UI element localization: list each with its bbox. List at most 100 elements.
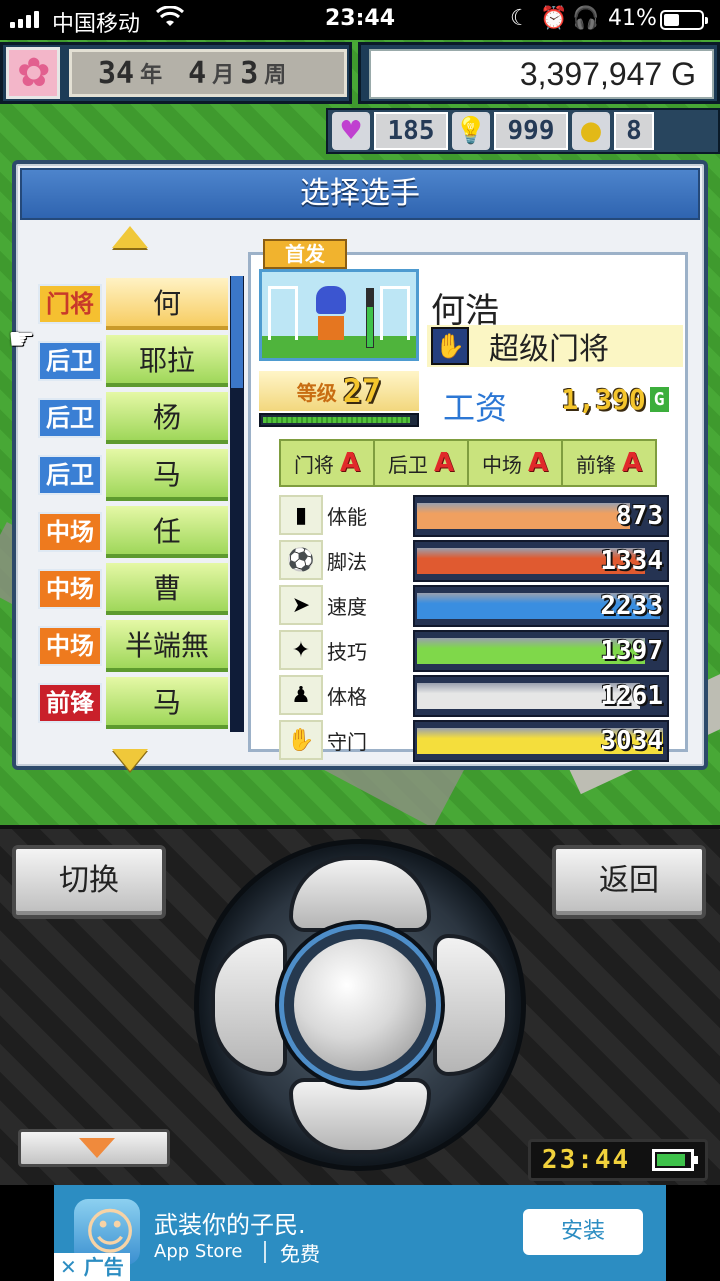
dpad-right-button[interactable] <box>433 934 509 1076</box>
stat-label: 技巧 <box>327 640 367 664</box>
player-row[interactable]: 后卫 耶拉 <box>38 333 248 390</box>
lightbulb-icon: 💡 <box>452 112 490 150</box>
menu-scroll-down-button[interactable] <box>18 1129 170 1167</box>
player-row[interactable]: 中场曹 <box>38 561 248 618</box>
player-name-button[interactable]: 杨 <box>106 392 228 444</box>
player-row[interactable]: 前锋马 <box>38 675 248 732</box>
back-button[interactable]: 返回 <box>552 845 706 919</box>
year-number: 34 <box>98 55 135 91</box>
aptitude-grade: A <box>621 448 643 478</box>
battery-percent: 41% <box>608 6 657 31</box>
player-row[interactable]: 中场 半端無 <box>38 618 248 675</box>
stat-label: 体能 <box>327 505 367 529</box>
game-clock: 23:44 <box>528 1139 708 1181</box>
player-name-button[interactable]: 马 <box>106 449 228 501</box>
stat-row: ♟ 体格 1261 <box>279 673 679 718</box>
salary-label: 工资 <box>443 389 508 427</box>
player-name-button[interactable]: 任 <box>106 506 228 558</box>
goalkeeping-icon: ✋ <box>279 720 323 760</box>
scroll-down-arrow-icon[interactable] <box>112 749 148 771</box>
switch-button[interactable]: 切换 <box>12 845 166 919</box>
install-button[interactable]: 安装 <box>523 1209 643 1255</box>
stat-bar-fill <box>417 503 630 529</box>
dpad-down-button[interactable] <box>289 1078 431 1154</box>
aptitude-label: 前锋 <box>575 452 616 477</box>
experience-bar <box>259 413 419 427</box>
date-panel: 34年 4月3周 <box>0 42 352 104</box>
ad-close-label[interactable]: ✕ 广告 <box>54 1253 130 1281</box>
salary-value: 1,390 G <box>547 379 685 419</box>
player-name-button[interactable]: 半端無 <box>106 620 228 672</box>
hand-pointer-icon: ☛ <box>8 322 35 357</box>
position-badge: 中场 <box>38 569 102 609</box>
player-name-button[interactable]: 耶拉 <box>106 335 228 387</box>
game-date: 34 年 4月3周 <box>69 49 347 97</box>
player-detail-panel: 首发 何浩 ✋ 超级门将 等级 27 工资 1,390 G 门将 A 后卫 A … <box>248 239 688 762</box>
player-stats: ▮ 体能 873 ⚽ 脚法 1334 ➤ 速度 2233 ✦ 技巧 1397 ♟ 体格 1261 ✋ 守门 303… <box>279 493 679 763</box>
stat-bar: 873 <box>413 495 669 537</box>
stat-bar: 1261 <box>413 675 669 717</box>
year-unit: 年 <box>140 63 163 88</box>
ad-banner[interactable]: 武装你的子民. App Store 免费 安装 ✕ 广告 <box>54 1185 666 1281</box>
player-sprite <box>314 286 348 342</box>
stamina-icon: ▮ <box>279 495 323 535</box>
aptitude-cell: 后卫 A <box>375 441 469 485</box>
month-unit: 月 <box>212 63 235 88</box>
aptitude-label: 门将 <box>293 452 334 477</box>
stat-value: 3034 <box>600 726 663 756</box>
moon-icon: ☾ <box>510 6 530 31</box>
headphone-icon: 🎧 <box>572 6 600 31</box>
stat-label: 脚法 <box>327 550 367 574</box>
position-badge: 后卫 <box>38 455 102 495</box>
device-battery-icon <box>652 1149 699 1171</box>
level-label: 等级 <box>296 380 337 405</box>
position-badge: 中场 <box>38 626 102 666</box>
stat-row: ⚽ 脚法 1334 <box>279 538 679 583</box>
dpad-left-button[interactable] <box>211 934 287 1076</box>
clock-time: 23:44 <box>541 1145 631 1175</box>
aptitude-grade: A <box>339 448 361 478</box>
dpad-center-button[interactable] <box>279 924 441 1086</box>
ad-separator <box>264 1241 266 1263</box>
ad-price: 免费 <box>280 1242 320 1266</box>
coin-icon: ● <box>572 112 610 150</box>
season-flower-icon <box>6 47 60 99</box>
player-role: ✋ 超级门将 <box>427 325 683 367</box>
month-number: 4 <box>188 55 207 91</box>
position-badge: 门将 <box>38 284 102 324</box>
stat-bar: 1397 <box>413 630 669 672</box>
player-portrait <box>259 269 419 361</box>
player-name-button[interactable]: 马 <box>106 677 228 729</box>
player-row[interactable]: 后卫杨 <box>38 390 248 447</box>
player-name-button[interactable]: 何 <box>106 278 228 330</box>
player-row[interactable]: 门将何 <box>38 276 248 333</box>
dpad[interactable] <box>194 839 526 1171</box>
game-screen: 34年 4月3周 3,397,947 G ♥ 185 💡 999 ● 8 选择选… <box>0 40 720 825</box>
stat-row: ➤ 速度 2233 <box>279 583 679 628</box>
stat-label: 守门 <box>327 730 367 754</box>
aptitude-cell: 前锋 A <box>563 441 655 485</box>
position-badge: 后卫 <box>38 398 102 438</box>
ad-headline: 武装你的子民. <box>154 1211 306 1239</box>
stat-label: 体格 <box>327 685 367 709</box>
player-row[interactable]: 中场任 <box>38 504 248 561</box>
position-badge: 中场 <box>38 512 102 552</box>
ideas-count: 999 <box>494 112 568 150</box>
dpad-up-button[interactable] <box>289 856 431 932</box>
battery-icon <box>660 10 708 30</box>
stat-bar: 2233 <box>413 585 669 627</box>
player-level: 等级 27 <box>259 371 419 411</box>
heart-icon: ♥ <box>332 112 370 150</box>
goalkeeper-role-icon: ✋ <box>431 327 469 365</box>
week-number: 3 <box>240 55 259 91</box>
coins-count: 8 <box>614 112 654 150</box>
speed-icon: ➤ <box>279 585 323 625</box>
stat-value: 2233 <box>600 591 663 621</box>
hearts-count: 185 <box>374 112 448 150</box>
week-unit: 周 <box>264 63 287 88</box>
player-name-button[interactable]: 曹 <box>106 563 228 615</box>
aptitude-label: 后卫 <box>387 452 428 477</box>
player-row[interactable]: 后卫马 <box>38 447 248 504</box>
scroll-up-arrow-icon[interactable] <box>112 226 148 248</box>
stat-row: ▮ 体能 873 <box>279 493 679 538</box>
